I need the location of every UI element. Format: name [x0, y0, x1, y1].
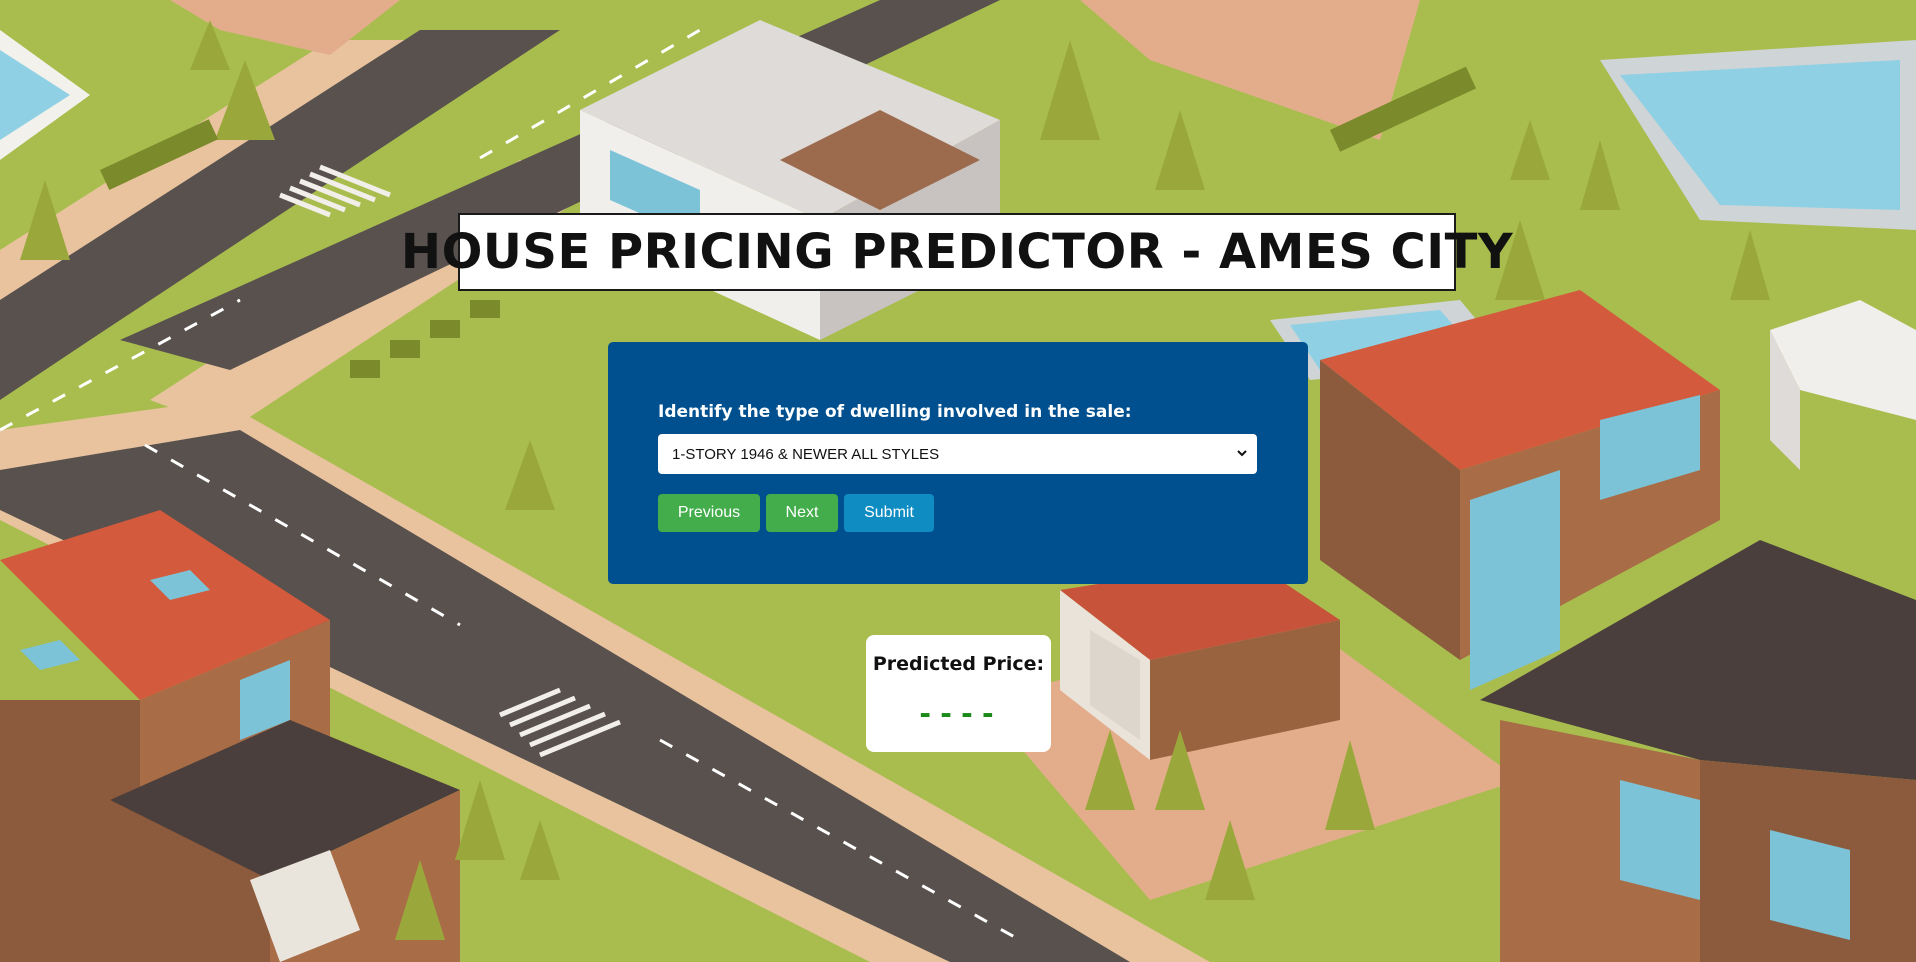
predicted-price-label: Predicted Price: [872, 653, 1045, 675]
form-button-row: Previous Next Submit [658, 494, 1258, 532]
dwelling-type-selected-value: 1-STORY 1946 & NEWER ALL STYLES [672, 445, 940, 463]
page-title: HOUSE PRICING PREDICTOR - AMES CITY [400, 224, 1514, 280]
predicted-price-value: ---- [916, 697, 1001, 730]
dwelling-type-label: Identify the type of dwelling involved i… [658, 402, 1132, 422]
page-title-box: HOUSE PRICING PREDICTOR - AMES CITY [401, 213, 1513, 291]
submit-button[interactable]: Submit [844, 494, 934, 532]
predicted-price-card: Predicted Price: ---- [866, 635, 1051, 752]
next-button[interactable]: Next [766, 494, 838, 532]
prediction-form: Identify the type of dwelling involved i… [608, 342, 1308, 584]
chevron-down-icon [1237, 450, 1247, 457]
dwelling-type-select[interactable]: 1-STORY 1946 & NEWER ALL STYLES [658, 434, 1257, 474]
previous-button[interactable]: Previous [658, 494, 760, 532]
